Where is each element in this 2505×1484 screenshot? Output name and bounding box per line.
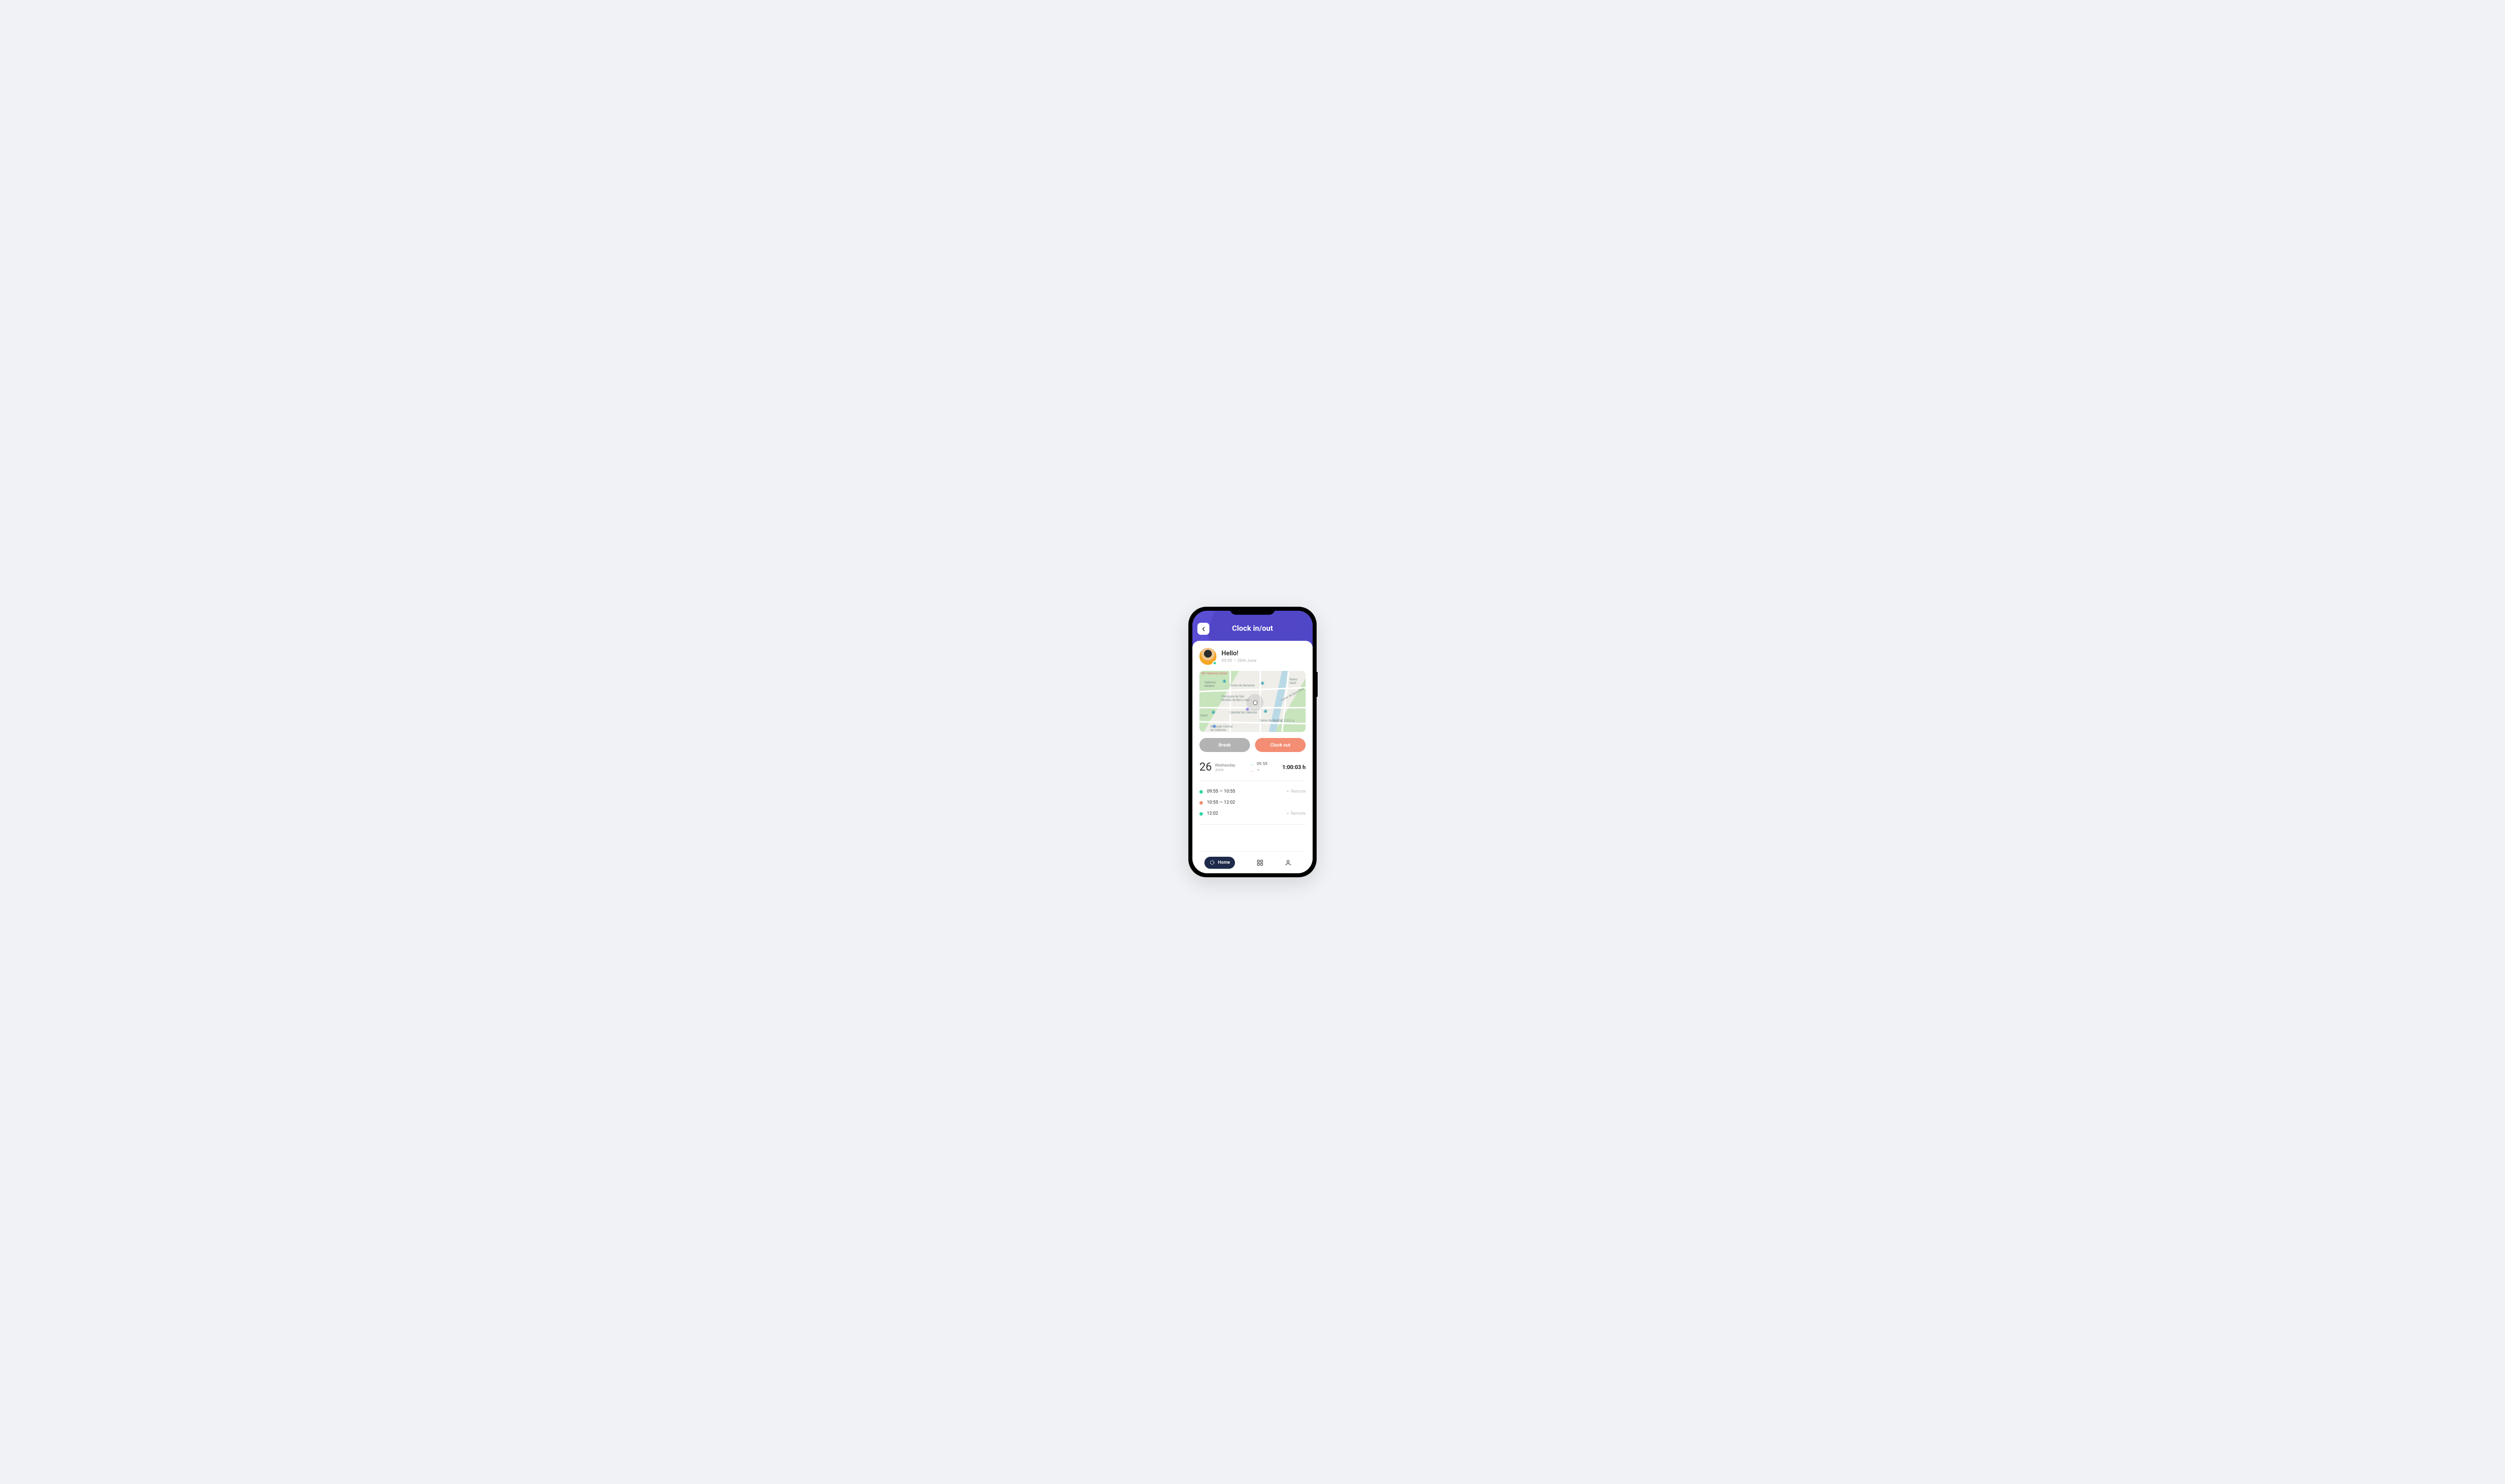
map-label: Rearo Gard (1290, 678, 1298, 685)
home-ring-icon (1209, 860, 1215, 865)
phone-notch (1230, 607, 1275, 615)
map-label: NH Valencia Center (1201, 672, 1227, 675)
map-pin-icon: ◉ (1261, 681, 1265, 686)
grid-icon (1257, 859, 1264, 866)
entry-range: 09:55 — 10:55 (1207, 789, 1235, 794)
greeting-subtext: 09:55 — 26th June (1221, 658, 1257, 663)
time-entry: 12:02 ⌖Remote (1199, 808, 1306, 819)
phone-frame: Clock in/out Hello! 09:55 — 26th June (1188, 607, 1317, 877)
content: Hello! 09:55 — 26th June NH Valencia C (1192, 641, 1313, 873)
in-out-times: →09.55 ←— (1250, 762, 1267, 773)
nav-apps[interactable] (1257, 859, 1264, 866)
map-pin-icon: ◉ (1212, 724, 1216, 729)
entry-range: 10:55 — 12:02 (1207, 800, 1235, 805)
map-pin-icon: ◉ (1264, 709, 1268, 714)
day-summary: 26 Wednesday June →09.55 ←— 1:00:03 h (1199, 761, 1306, 781)
map-label: Quart (1200, 714, 1208, 717)
map-label: València Modern (1204, 681, 1216, 688)
map-pin-icon: ◉ (1211, 710, 1215, 715)
greeting: Hello! 09:55 — 26th June (1199, 648, 1306, 665)
clock-out-button[interactable]: Clock out (1255, 738, 1306, 752)
user-icon (1285, 859, 1292, 866)
avatar[interactable] (1199, 648, 1216, 665)
nav-home-label: Home (1218, 860, 1230, 865)
break-label: Break (1218, 743, 1231, 748)
status-dot-icon (1199, 801, 1203, 805)
clockout-label: Clock out (1270, 743, 1290, 748)
status-dot-icon (1199, 790, 1203, 794)
arrow-in-icon: → (1250, 762, 1254, 767)
entry-range: 12:02 (1207, 811, 1218, 816)
map-label: Torres de Serranos (1229, 684, 1255, 687)
location-map[interactable]: NH Valencia Center València Modern Torre… (1199, 671, 1306, 732)
break-button[interactable]: Break (1199, 738, 1250, 752)
greeting-sep: — (1233, 658, 1236, 663)
page-title: Clock in/out (1192, 624, 1313, 633)
chevron-left-icon (1201, 627, 1206, 631)
total-hours: 1:00:03 h (1282, 764, 1306, 771)
month-name: June (1215, 768, 1235, 772)
location-pin-icon: ⌖ (1287, 811, 1289, 816)
status-dot-icon (1212, 661, 1217, 665)
geofence-icon (1246, 694, 1264, 711)
entry-location: Remote (1291, 789, 1306, 794)
nav-home[interactable]: Home (1204, 857, 1235, 869)
map-pin-icon: ◉ (1222, 679, 1226, 684)
status-dot-icon (1199, 812, 1203, 816)
action-buttons: Break Clock out (1199, 738, 1306, 752)
day-of-week: Wednesday (1215, 763, 1235, 768)
back-button[interactable] (1197, 623, 1209, 635)
map-label: LA XEREA (1274, 719, 1295, 723)
time-entries: 09:55 — 10:55 ⌖Remote 10:55 — 12:02 12:0… (1199, 781, 1306, 825)
screen: Clock in/out Hello! 09:55 — 26th June (1192, 611, 1313, 873)
day-number: 26 (1199, 761, 1212, 774)
time-entry: 09:55 — 10:55 ⌖Remote (1199, 786, 1306, 797)
clock-out-time: — (1257, 768, 1260, 773)
map-label: Catedral de València (1229, 711, 1257, 714)
greeting-time: 09:55 (1221, 658, 1232, 663)
location-pin-icon: ⌖ (1287, 789, 1289, 794)
clock-in-time: 09.55 (1257, 762, 1267, 767)
bottom-nav: Home (1199, 851, 1306, 873)
arrow-out-icon: ← (1250, 769, 1254, 773)
date-block: 26 Wednesday June (1199, 761, 1235, 774)
greeting-text: Hello! (1221, 650, 1257, 657)
nav-profile[interactable] (1285, 859, 1292, 866)
entry-location: Remote (1291, 811, 1306, 816)
time-entry: 10:55 — 12:02 (1199, 797, 1306, 808)
greeting-date: 26th June (1237, 658, 1257, 663)
